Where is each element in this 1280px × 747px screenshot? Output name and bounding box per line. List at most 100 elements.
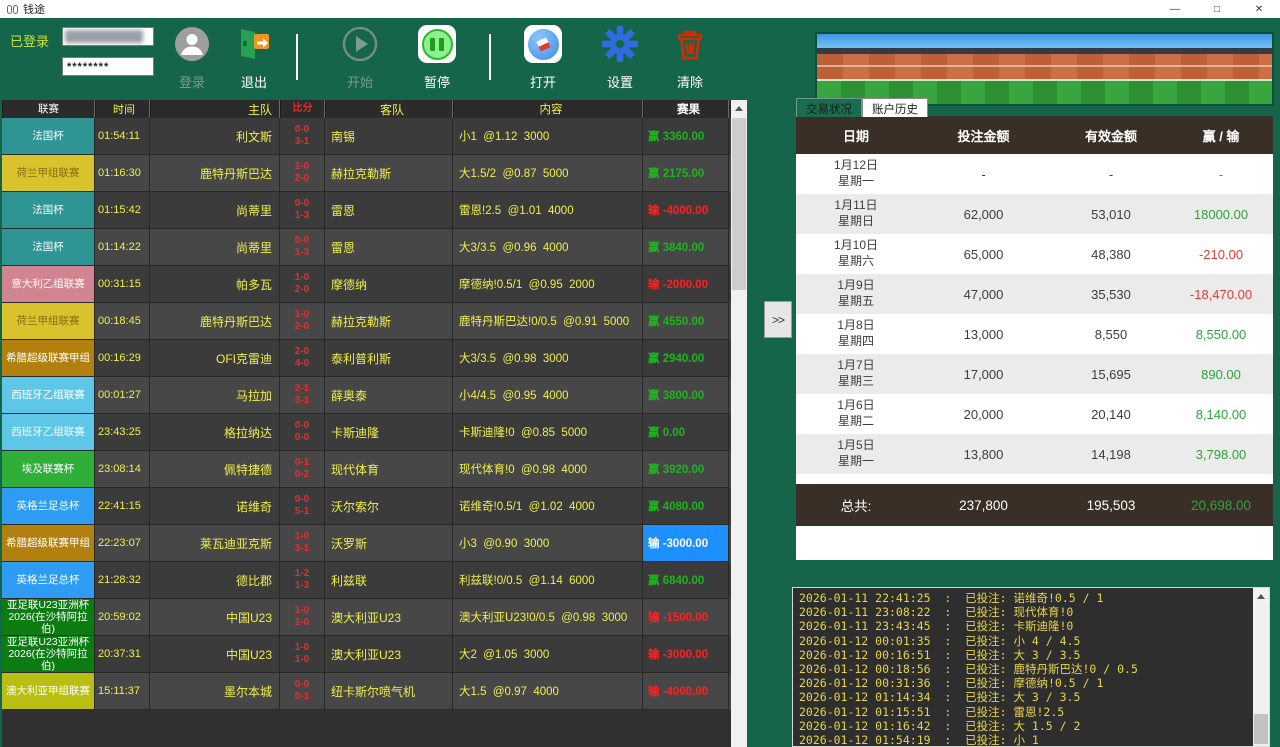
table-row[interactable]: 澳大利亚甲组联赛15:11:37墨尔本城0-00-1纽卡斯尔喷气机大1.5 @0… (2, 673, 731, 710)
time-cell: 20:59:02 (95, 599, 150, 636)
bet-amount-cell: 13,800 (916, 447, 1051, 462)
log-scroll-up-icon[interactable] (1253, 588, 1269, 605)
weekday-value: 星期一 (796, 174, 916, 190)
table-row[interactable]: 英格兰足总杯22:41:15诺维奇0-05-1沃尔索尔诺维奇!0.5/1 @1.… (2, 488, 731, 525)
column-header-1[interactable]: 时间 (95, 100, 150, 118)
table-row[interactable]: 埃及联赛杯23:08:14佩特捷德0-10-2现代体育现代体育!0 @0.98 … (2, 451, 731, 488)
expand-panel-button[interactable]: >> (764, 301, 792, 338)
matches-scrollbar[interactable] (731, 100, 747, 747)
bet-amount-cell: 47,000 (916, 287, 1051, 302)
date-value: 1月6日 (796, 398, 916, 414)
table-row[interactable]: 希腊超级联赛甲组22:23:07莱瓦迪亚克斯1-03-1沃罗斯小3 @0.90 … (2, 525, 731, 562)
table-row[interactable]: 西班牙乙组联赛00:01:27马拉加2-13-1薛奥泰小4/4.5 @0.95 … (2, 377, 731, 414)
time-cell: 23:43:25 (95, 414, 150, 451)
history-row[interactable]: 1月6日星期二20,00020,1408,140.00 (796, 394, 1273, 434)
history-row[interactable]: 1月8日星期四13,0008,5508,550.00 (796, 314, 1273, 354)
maximize-button[interactable]: □ (1196, 0, 1238, 18)
time-cell: 20:37:31 (95, 636, 150, 673)
league-cell: 意大利乙组联赛 (2, 266, 95, 303)
bet-amount-cell: - (916, 167, 1051, 182)
scroll-up-icon[interactable] (731, 100, 747, 117)
clear-button[interactable]: 清除 (658, 24, 722, 90)
settings-button[interactable]: 设置 (588, 24, 652, 90)
minimize-button[interactable]: — (1154, 0, 1196, 18)
time-cell: 01:15:42 (95, 192, 150, 229)
history-row[interactable]: 1月5日星期一13,80014,1983,798.00 (796, 434, 1273, 474)
away-team-cell: 现代体育 (325, 451, 453, 488)
column-header-4[interactable]: 客队 (325, 100, 453, 118)
history-total-row: 总共: 237,800 195,503 20,698.00 (796, 484, 1273, 526)
home-team-cell: OFI克雷迪 (150, 340, 280, 377)
open-button[interactable]: 打开 (511, 24, 575, 90)
table-row[interactable]: 亚足联U23亚洲杯2026(在沙特阿拉伯)20:37:31中国U231-01-0… (2, 636, 731, 673)
league-cell: 法国杯 (2, 229, 95, 266)
history-row[interactable]: 1月12日星期一--- (796, 154, 1273, 194)
table-row[interactable]: 英格兰足总杯21:28:32德比郡1-21-3利兹联利兹联!0/0.5 @1.1… (2, 562, 731, 599)
bet-amount-cell: 17,000 (916, 367, 1051, 382)
score-cell: 1-01-0 (280, 636, 325, 673)
bet-amount-cell: 13,000 (916, 327, 1051, 342)
full-time-score: 4-0 (295, 358, 309, 371)
time-cell: 23:08:14 (95, 451, 150, 488)
table-row[interactable]: 西班牙乙组联赛23:43:25格拉纳达0-00-0卡斯迪隆卡斯迪隆!0 @0.8… (2, 414, 731, 451)
table-row[interactable]: 希腊超级联赛甲组00:16:29OFI克雷迪2-04-0泰利普利斯大3/3.5 … (2, 340, 731, 377)
tab-trade-status[interactable]: 交易状况 (796, 98, 862, 117)
start-button[interactable]: 开始 (328, 24, 392, 90)
history-column-header-1: 投注金额 (916, 126, 1051, 145)
app-icon (7, 5, 18, 14)
history-row[interactable]: 1月7日星期三17,00015,695890.00 (796, 354, 1273, 394)
log-entry: 2026-01-11 23:43:45 : 已投注: 卡斯迪隆!0 (799, 619, 1249, 633)
tab-account-history[interactable]: 账户历史 (862, 98, 928, 117)
history-row[interactable]: 1月11日星期日62,00053,01018000.00 (796, 194, 1273, 234)
table-row[interactable]: 法国杯01:54:11利文斯0-03-1南锡小1 @1.12 3000赢 336… (2, 118, 731, 155)
away-team-cell: 薛奥泰 (325, 377, 453, 414)
weekday-value: 星期二 (796, 414, 916, 430)
table-row[interactable]: 意大利乙组联赛00:31:15帕多瓦1-02-0摩德纳摩德纳!0.5/1 @0.… (2, 266, 731, 303)
league-cell: 埃及联赛杯 (2, 451, 95, 488)
result-cell: 输 -1500.00 (643, 599, 729, 636)
login-person-icon (172, 24, 212, 64)
half-time-score: 1-0 (295, 642, 309, 655)
half-time-score: 0-0 (295, 124, 309, 137)
table-row[interactable]: 荷兰甲组联赛00:18:45鹿特丹斯巴达1-02-0赫拉克勒斯鹿特丹斯巴达!0/… (2, 303, 731, 340)
table-row[interactable]: 荷兰甲组联赛01:16:30鹿特丹斯巴达1-02-0赫拉克勒斯大1.5/2 @0… (2, 155, 731, 192)
log-scrollbar[interactable] (1253, 588, 1269, 746)
date-cell: 1月5日星期一 (796, 438, 916, 469)
home-team-cell: 诺维奇 (150, 488, 280, 525)
close-button[interactable]: ✕ (1238, 0, 1280, 18)
password-input[interactable] (62, 57, 154, 76)
winloss-cell: 8,140.00 (1171, 407, 1271, 422)
bet-content-cell: 小4/4.5 @0.95 4000 (453, 377, 643, 414)
history-row[interactable]: 1月10日星期六65,00048,380-210.00 (796, 234, 1273, 274)
exit-button[interactable]: 退出 (222, 24, 286, 90)
scrollbar-thumb[interactable] (732, 118, 746, 290)
league-cell: 希腊超级联赛甲组 (2, 340, 95, 377)
column-header-3[interactable]: 比分 (280, 100, 325, 118)
column-header-0[interactable]: 联赛 (2, 100, 95, 118)
history-body: 1月12日星期一---1月11日星期日62,00053,01018000.001… (796, 154, 1273, 474)
pause-button[interactable]: 暂停 (405, 24, 469, 90)
table-row[interactable]: 法国杯01:15:42尚蒂里0-01-3雷恩雷恩!2.5 @1.01 4000输… (2, 192, 731, 229)
column-header-5[interactable]: 内容 (453, 100, 643, 118)
toolbar-separator-1 (296, 34, 298, 80)
log-scrollbar-thumb[interactable] (1254, 714, 1268, 744)
table-row[interactable]: 亚足联U23亚洲杯2026(在沙特阿拉伯)20:59:02中国U231-01-0… (2, 599, 731, 636)
date-cell: 1月8日星期四 (796, 318, 916, 349)
result-cell: 赢 4550.00 (643, 303, 729, 340)
bet-content-cell: 大2 @1.05 3000 (453, 636, 643, 673)
column-header-2[interactable]: 主队 (150, 100, 280, 118)
username-input[interactable] (62, 27, 154, 46)
column-header-6[interactable]: 赛果 (643, 100, 729, 118)
half-time-score: 1-2 (295, 568, 309, 581)
table-row[interactable]: 法国杯01:14:22尚蒂里0-01-3雷恩大3/3.5 @0.96 4000赢… (2, 229, 731, 266)
login-button[interactable]: 登录 (160, 24, 224, 90)
half-time-score: 1-0 (295, 161, 309, 174)
time-cell: 00:18:45 (95, 303, 150, 340)
full-time-score: 1-3 (295, 210, 309, 223)
history-row[interactable]: 1月9日星期五47,00035,530-18,470.00 (796, 274, 1273, 314)
history-column-header-2: 有效金额 (1051, 126, 1171, 145)
league-cell: 亚足联U23亚洲杯2026(在沙特阿拉伯) (2, 599, 95, 636)
result-cell: 赢 3920.00 (643, 451, 729, 488)
bet-log-panel[interactable]: 2026-01-11 22:41:25 : 已投注: 诺维奇!0.5 / 120… (792, 587, 1270, 747)
time-cell: 00:31:15 (95, 266, 150, 303)
